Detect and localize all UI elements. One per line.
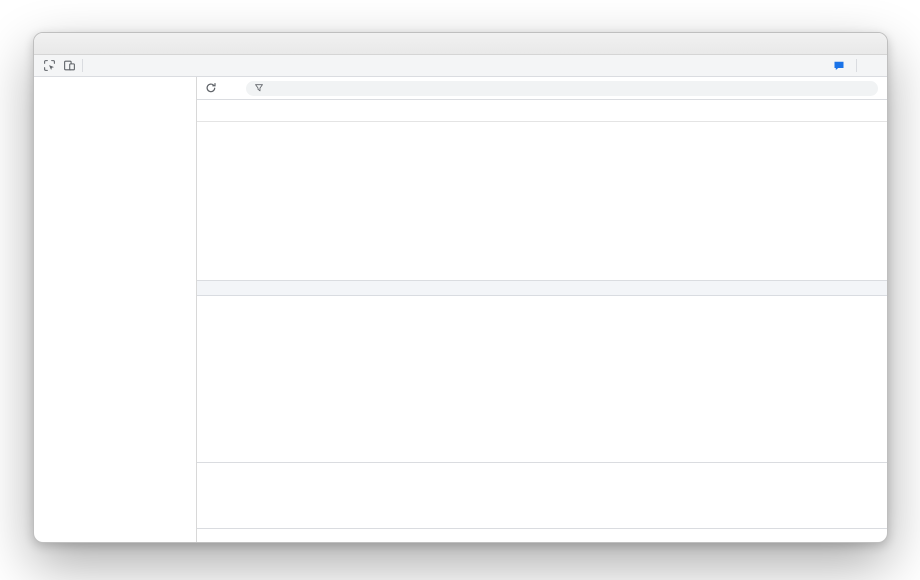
filter-pill — [246, 81, 878, 96]
issues-button[interactable] — [828, 60, 853, 72]
close-window-button[interactable] — [47, 39, 56, 48]
cache-toolbar — [197, 77, 887, 100]
inspect-element-icon[interactable] — [39, 55, 59, 76]
cache-entries-grid — [197, 280, 887, 462]
funnel-icon — [254, 83, 264, 93]
grid-header — [197, 281, 887, 296]
bucket-metadata — [197, 122, 887, 280]
zoom-window-button[interactable] — [79, 39, 88, 48]
filter-by-path-input[interactable] — [269, 83, 870, 94]
delete-selected-icon[interactable] — [224, 79, 242, 97]
cache-storage-panel — [197, 77, 887, 542]
refresh-icon[interactable] — [202, 79, 220, 97]
status-bar — [197, 528, 887, 542]
window-controls — [47, 33, 88, 54]
origin-header — [197, 100, 887, 122]
toolbar-divider — [856, 59, 857, 72]
preview-pane — [197, 462, 887, 528]
title-bar — [34, 33, 887, 55]
toolbar-divider — [82, 59, 83, 72]
devtools-window — [33, 32, 888, 543]
minimize-window-button[interactable] — [63, 39, 72, 48]
issues-bubble-icon — [833, 60, 845, 72]
toggle-device-toolbar-icon[interactable] — [59, 55, 79, 76]
devtools-tabbar — [34, 55, 887, 77]
application-sidebar — [34, 77, 197, 542]
grid-body — [197, 296, 887, 462]
